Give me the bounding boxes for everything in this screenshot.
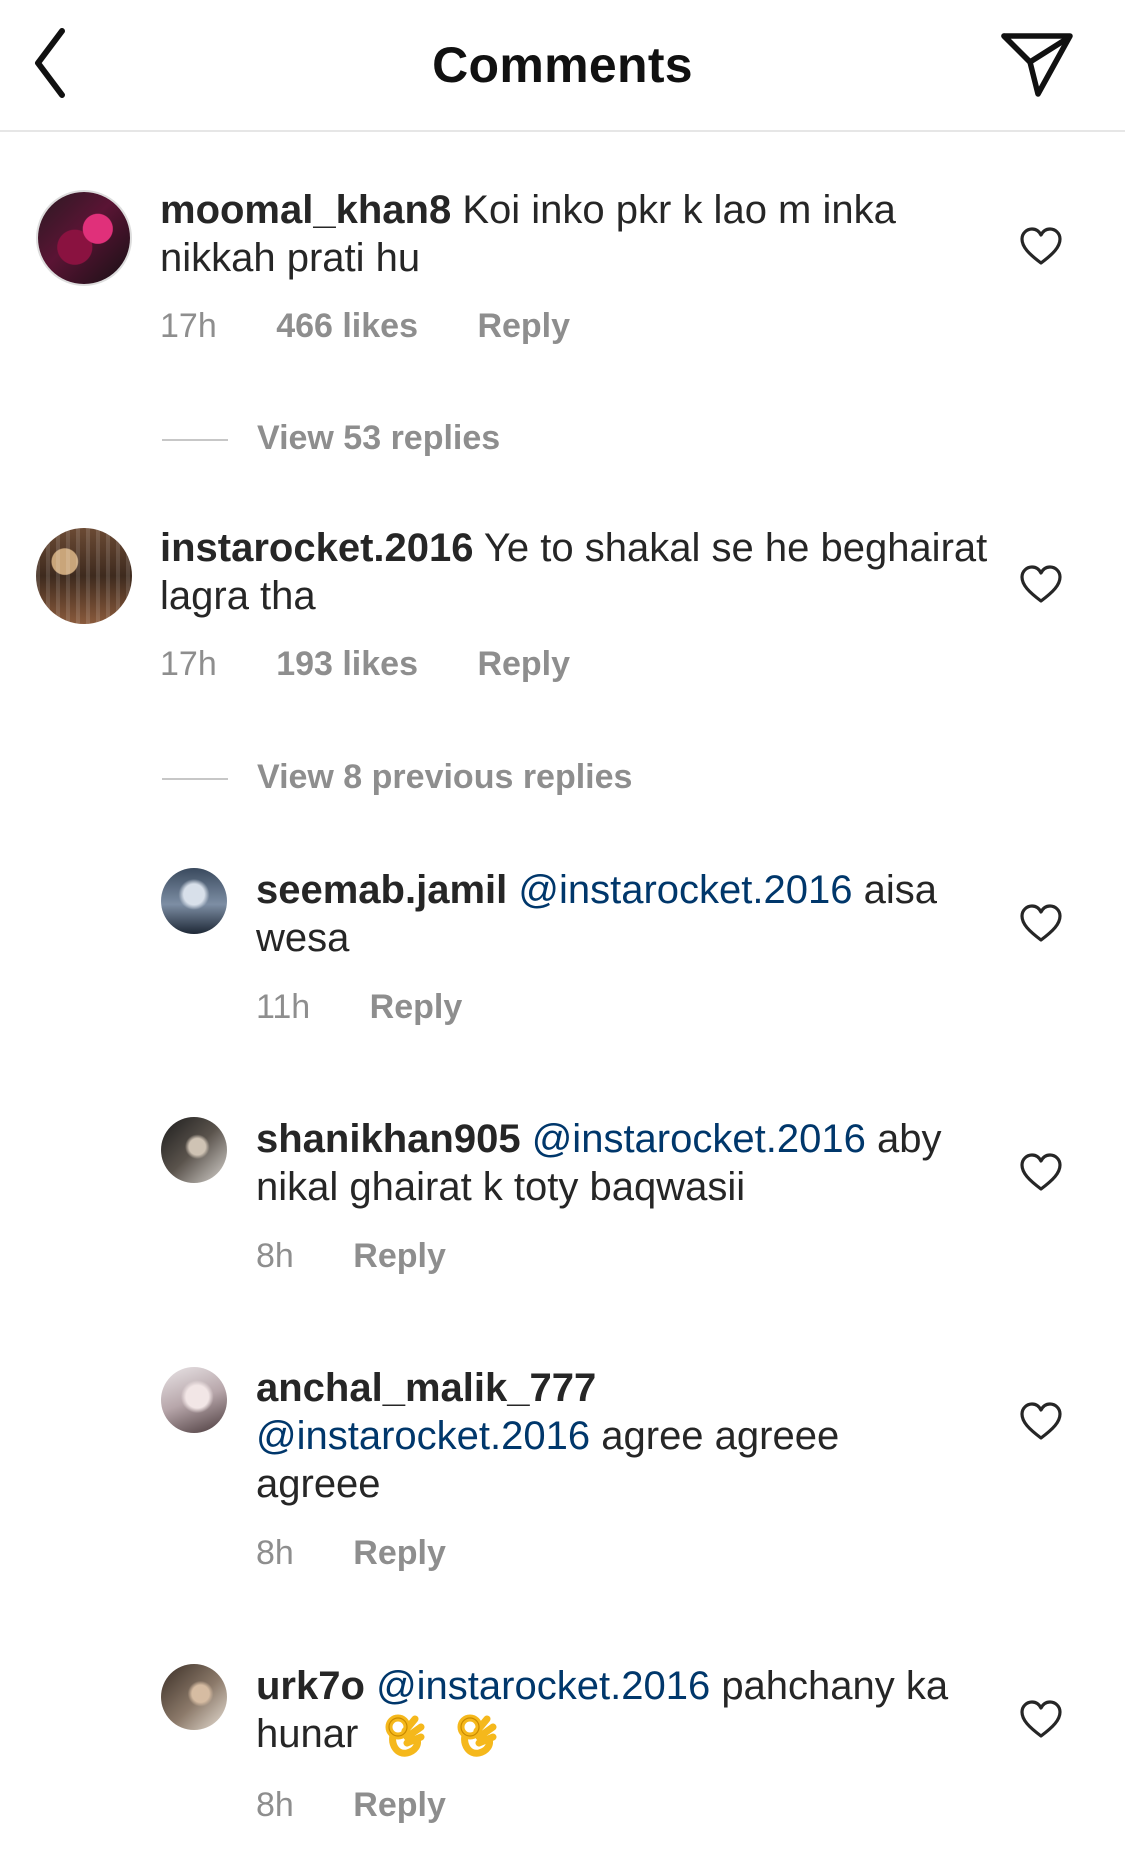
reply-time: 8h (256, 1237, 294, 1275)
reply-username[interactable]: anchal_malik_777 (256, 1366, 596, 1410)
reply-time: 11h (256, 988, 311, 1026)
reply-button[interactable]: Reply (370, 988, 463, 1027)
reply-time: 8h (256, 1786, 294, 1824)
comment-text: moomal_khan8 Koi inko pkr k lao m inka n… (160, 186, 990, 282)
comment-username[interactable]: moomal_khan8 (160, 188, 451, 232)
like-button[interactable] (1019, 226, 1063, 266)
reply-button[interactable]: Reply (353, 1534, 446, 1573)
reply-text: anchal_malik_777 @instarocket.2016 agree… (256, 1364, 916, 1508)
reply-meta: 8h Reply (256, 1786, 446, 1825)
reply-mention[interactable]: @instarocket.2016 (518, 868, 852, 912)
view-replies-label: View 53 replies (257, 419, 501, 457)
comment-username[interactable]: instarocket.2016 (160, 526, 474, 570)
heart-icon (1020, 1153, 1062, 1191)
reply-text: shanikhan905 @instarocket.2016 aby nikal… (256, 1115, 976, 1211)
comments-header: Comments (0, 0, 1125, 132)
heart-icon (1020, 565, 1062, 603)
likes-count[interactable]: 466 likes (276, 307, 418, 346)
reply-meta: 8h Reply (256, 1534, 446, 1573)
avatar[interactable] (161, 1117, 227, 1183)
avatar[interactable] (36, 190, 132, 286)
ok-hand-emoji (385, 1714, 425, 1757)
avatar[interactable] (36, 528, 132, 624)
reply-text: urk7o @instarocket.2016 pahchany ka huna… (256, 1662, 976, 1758)
reply-mention[interactable]: @instarocket.2016 (532, 1117, 866, 1161)
reply-button[interactable]: Reply (477, 645, 570, 684)
like-button[interactable] (1019, 1401, 1063, 1441)
reply-username[interactable]: shanikhan905 (256, 1117, 521, 1161)
likes-count[interactable]: 193 likes (276, 645, 418, 684)
heart-icon (1020, 904, 1062, 942)
paper-plane-icon (1001, 33, 1073, 97)
reply-time: 8h (256, 1534, 294, 1572)
reply-button[interactable]: Reply (353, 1237, 446, 1276)
like-button[interactable] (1019, 564, 1063, 604)
avatar[interactable] (161, 1367, 227, 1433)
heart-icon (1020, 1402, 1062, 1440)
like-button[interactable] (1019, 1152, 1063, 1192)
replies-divider-line (162, 778, 228, 780)
like-button[interactable] (1019, 1699, 1063, 1739)
like-button[interactable] (1019, 903, 1063, 943)
reply-text: seemab.jamil @instarocket.2016 aisa wesa (256, 866, 976, 962)
comment-meta: 17h 193 likes Reply (160, 645, 570, 684)
reply-meta: 8h Reply (256, 1237, 446, 1276)
avatar[interactable] (161, 868, 227, 934)
replies-divider-line (162, 439, 228, 441)
comment-time: 17h (160, 307, 217, 345)
heart-icon (1020, 1700, 1062, 1738)
reply-meta: 11h Reply (256, 988, 462, 1027)
reply-username[interactable]: urk7o (256, 1664, 365, 1708)
view-replies-label: View 8 previous replies (257, 758, 633, 796)
comment-time: 17h (160, 645, 217, 683)
reply-button[interactable]: Reply (477, 307, 570, 346)
page-title: Comments (432, 37, 693, 93)
share-button[interactable] (1000, 30, 1076, 100)
comment-text: instarocket.2016 Ye to shakal se he begh… (160, 524, 990, 620)
reply-mention[interactable]: @instarocket.2016 (376, 1664, 710, 1708)
reply-mention[interactable]: @instarocket.2016 (256, 1414, 590, 1458)
comment-meta: 17h 466 likes Reply (160, 307, 570, 346)
reply-button[interactable]: Reply (353, 1786, 446, 1825)
heart-icon (1020, 227, 1062, 265)
avatar[interactable] (161, 1664, 227, 1730)
ok-hand-emoji (457, 1714, 497, 1757)
reply-username[interactable]: seemab.jamil (256, 868, 507, 912)
